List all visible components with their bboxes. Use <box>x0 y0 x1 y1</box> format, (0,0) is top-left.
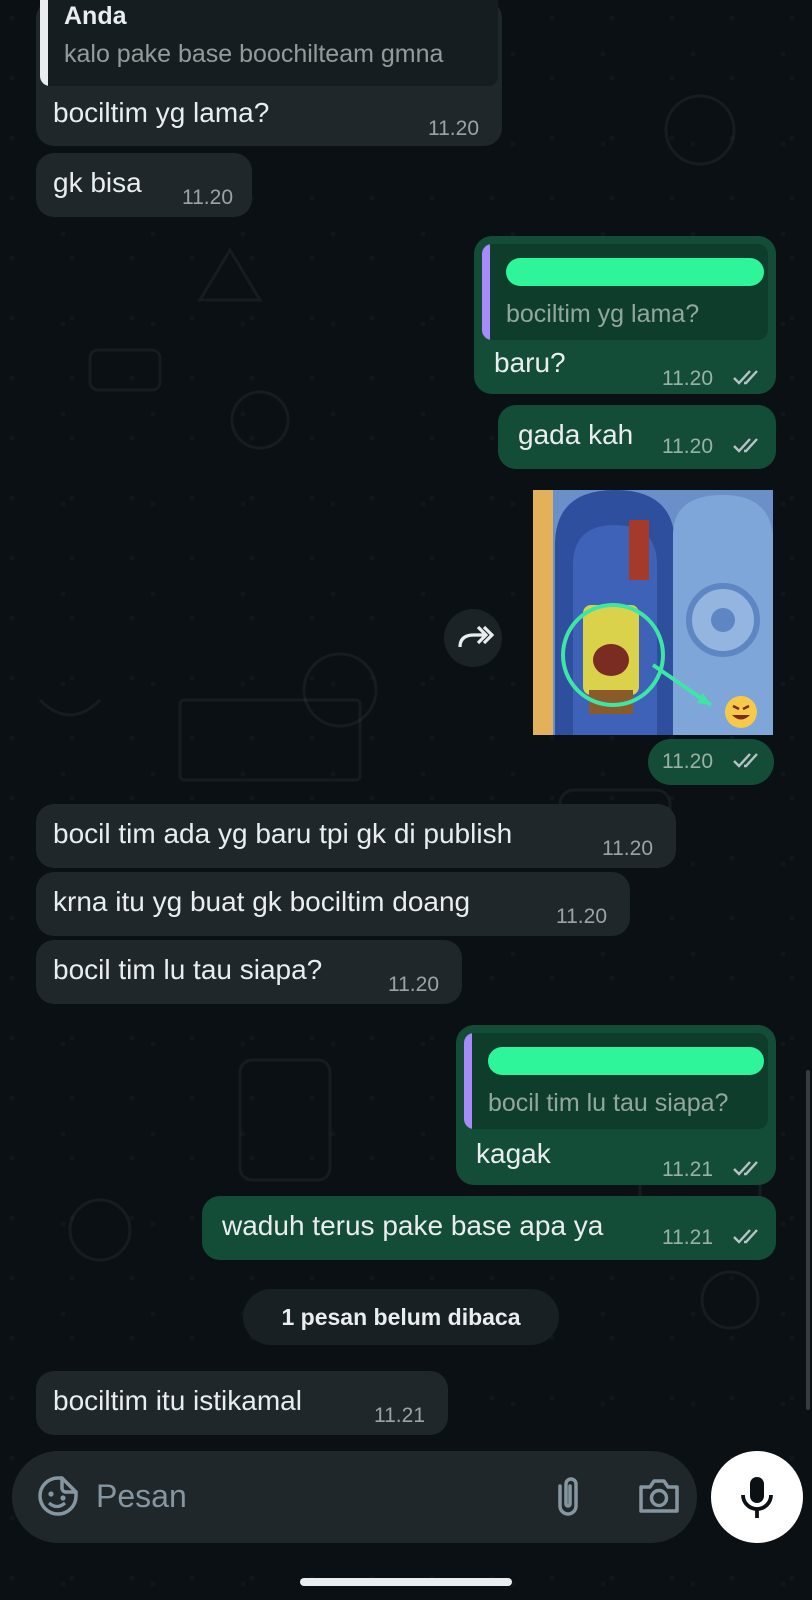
double-check-icon <box>733 753 758 768</box>
message-text: bociltim yg lama? <box>53 97 270 128</box>
message-text: bociltim itu istikamal <box>53 1385 302 1416</box>
quote-author: Anda <box>64 2 127 30</box>
message-time: 11.21 <box>662 1158 713 1181</box>
message-time: 11.21 <box>374 1404 425 1427</box>
quote-text: bocil tim lu tau siapa? <box>488 1089 729 1117</box>
message-time: 11.20 <box>602 837 653 860</box>
message-time: 11.20 <box>662 750 713 773</box>
message-time: 11.20 <box>662 367 713 390</box>
message-time: 11.20 <box>428 117 479 140</box>
message-input[interactable]: Pesan <box>96 1478 187 1515</box>
message-time: 11.20 <box>388 973 439 996</box>
quoted-message[interactable]: Anda kalo pake base boochilteam gmna <box>40 0 498 86</box>
message-time: 11.21 <box>662 1226 713 1249</box>
message-bubble-outgoing[interactable]: waduh terus pake base apa ya 11.21 <box>202 1196 776 1260</box>
message-bubble-outgoing[interactable]: gada kah 11.20 <box>498 405 776 469</box>
message-bubble-outgoing[interactable]: bocil tim lu tau siapa? kagak 11.21 <box>456 1025 776 1185</box>
forward-button[interactable] <box>444 609 502 667</box>
message-bubble-incoming[interactable]: bociltim itu istikamal 11.21 <box>36 1371 448 1435</box>
quote-accent-bar <box>464 1033 472 1129</box>
quote-text: bociltim yg lama? <box>506 300 700 328</box>
paperclip-icon[interactable] <box>548 1474 588 1518</box>
message-time: 11.20 <box>182 186 233 209</box>
message-bubble-incoming[interactable]: gk bisa 11.20 <box>36 153 252 217</box>
sticker-emoji-icon[interactable] <box>36 1474 80 1518</box>
double-check-icon <box>733 1161 758 1176</box>
scrollbar-thumb[interactable] <box>806 1070 810 1410</box>
home-indicator[interactable] <box>300 1578 512 1586</box>
double-check-icon <box>733 370 758 385</box>
message-text: gk bisa <box>53 167 142 198</box>
double-check-icon <box>733 1229 758 1244</box>
message-text: bocil tim ada yg baru tpi gk di publish <box>53 818 513 849</box>
unread-messages-banner: 1 pesan belum dibaca <box>243 1289 559 1345</box>
microphone-icon <box>741 1477 773 1518</box>
redaction-mark <box>488 1047 764 1075</box>
message-text: bocil tim lu tau siapa? <box>53 954 323 985</box>
quote-accent-bar <box>482 244 490 340</box>
spongebob-laughing-sticker <box>533 490 773 735</box>
message-time: 11.20 <box>556 905 607 928</box>
quote-text: kalo pake base boochilteam gmna <box>64 40 444 68</box>
chat-screen: Anda kalo pake base boochilteam gmna boc… <box>0 0 812 1600</box>
message-text: baru? <box>494 347 566 378</box>
sticker-time-chip: 11.20 <box>648 739 774 785</box>
forward-icon <box>458 625 495 648</box>
message-bubble-incoming[interactable]: bocil tim ada yg baru tpi gk di publish … <box>36 804 676 868</box>
quote-accent-bar <box>40 0 48 86</box>
quoted-message[interactable]: bocil tim lu tau siapa? <box>464 1033 768 1129</box>
quoted-message[interactable]: bociltim yg lama? <box>482 244 768 340</box>
message-text: waduh terus pake base apa ya <box>222 1210 604 1241</box>
message-text: kagak <box>476 1138 551 1169</box>
message-text: krna itu yg buat gk bociltim doang <box>53 886 471 917</box>
double-check-icon <box>733 438 758 453</box>
sticker-message[interactable] <box>533 490 773 735</box>
message-time: 11.20 <box>662 435 713 458</box>
camera-icon[interactable] <box>637 1474 681 1518</box>
message-bubble-outgoing[interactable]: bociltim yg lama? baru? 11.20 <box>474 236 776 394</box>
redaction-mark <box>506 258 764 286</box>
message-text: gada kah <box>518 419 634 450</box>
message-bubble-incoming[interactable]: Anda kalo pake base boochilteam gmna boc… <box>36 0 502 146</box>
message-bubble-incoming[interactable]: bocil tim lu tau siapa? 11.20 <box>36 940 462 1004</box>
voice-message-button[interactable] <box>711 1451 803 1543</box>
message-bubble-incoming[interactable]: krna itu yg buat gk bociltim doang 11.20 <box>36 872 630 936</box>
